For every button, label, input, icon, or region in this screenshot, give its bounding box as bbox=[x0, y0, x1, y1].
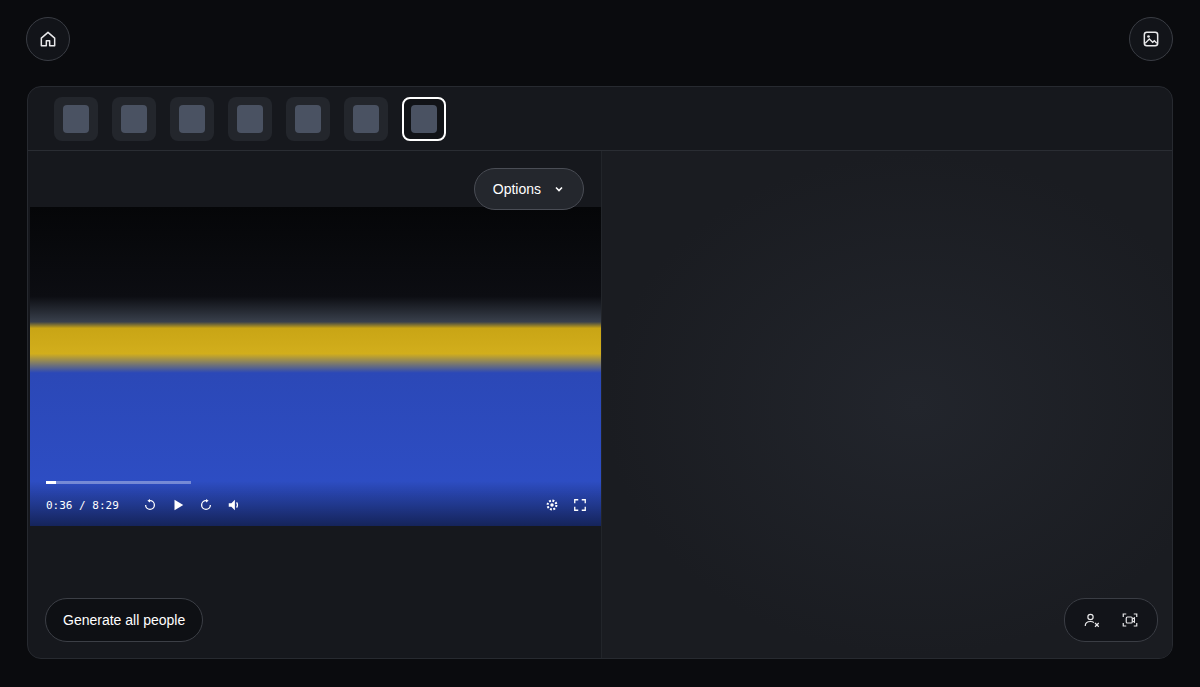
gallery-button[interactable] bbox=[1129, 17, 1173, 61]
thumbnail-picture bbox=[179, 105, 205, 133]
image-icon bbox=[1141, 29, 1161, 49]
person-thumbnail[interactable] bbox=[170, 97, 214, 141]
person-thumbnail[interactable] bbox=[402, 97, 446, 141]
remove-person-button[interactable] bbox=[1075, 603, 1109, 637]
progress-bar[interactable] bbox=[46, 481, 191, 484]
top-bar bbox=[0, 0, 1200, 86]
camera-view-button[interactable] bbox=[1113, 603, 1147, 637]
person-thumbnail[interactable] bbox=[228, 97, 272, 141]
thumbnail-picture bbox=[237, 105, 263, 133]
options-button[interactable]: Options bbox=[474, 168, 584, 210]
view-tools bbox=[1064, 598, 1158, 642]
home-button[interactable] bbox=[26, 17, 70, 61]
progress-fill bbox=[46, 481, 56, 484]
main-panel: Options 0:36 / 8:29 Generate all people bbox=[27, 86, 1173, 659]
video-picture bbox=[30, 207, 601, 526]
video-pane: Options 0:36 / 8:29 Generate all people bbox=[28, 151, 601, 658]
3d-view[interactable] bbox=[601, 151, 1172, 658]
volume-icon[interactable] bbox=[227, 498, 241, 512]
settings-icon[interactable] bbox=[545, 498, 559, 512]
person-thumbnail[interactable] bbox=[286, 97, 330, 141]
time-display: 0:36 / 8:29 bbox=[46, 499, 119, 512]
home-icon bbox=[38, 29, 58, 49]
bottom-bar: Generate all people bbox=[28, 598, 601, 658]
control-row: 0:36 / 8:29 bbox=[46, 498, 587, 512]
person-thumbnail[interactable] bbox=[344, 97, 388, 141]
camera-frame-icon bbox=[1121, 611, 1139, 629]
fullscreen-icon[interactable] bbox=[573, 498, 587, 512]
generate-all-button[interactable]: Generate all people bbox=[45, 598, 203, 642]
thumbnail-picture bbox=[121, 105, 147, 133]
play-icon[interactable] bbox=[171, 498, 185, 512]
video-frame[interactable]: 0:36 / 8:29 bbox=[30, 207, 601, 526]
person-thumbnail[interactable] bbox=[112, 97, 156, 141]
3d-render bbox=[602, 151, 1172, 658]
forward-icon[interactable] bbox=[199, 498, 213, 512]
thumbnail-picture bbox=[411, 105, 437, 133]
thumbnail-picture bbox=[63, 105, 89, 133]
rewind-icon[interactable] bbox=[143, 498, 157, 512]
player-controls: 0:36 / 8:29 bbox=[30, 481, 601, 526]
app: Options 0:36 / 8:29 Generate all people bbox=[0, 0, 1200, 687]
workspace: Options 0:36 / 8:29 Generate all people bbox=[28, 151, 1172, 658]
thumbnail-picture bbox=[353, 105, 379, 133]
thumbnail-strip bbox=[28, 87, 1172, 151]
person-remove-icon bbox=[1083, 611, 1101, 629]
chevron-down-icon bbox=[553, 183, 565, 195]
thumbnail-picture bbox=[295, 105, 321, 133]
person-thumbnail[interactable] bbox=[54, 97, 98, 141]
